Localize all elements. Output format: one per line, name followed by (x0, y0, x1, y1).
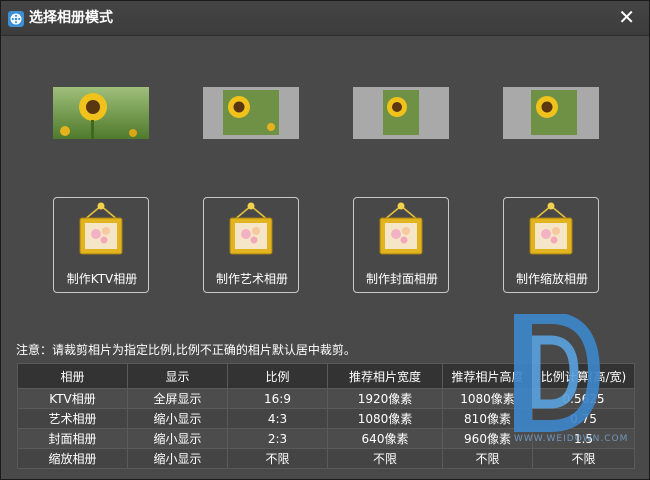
watermark-text: WWW.WEIDOWN.COM (514, 434, 629, 444)
table-cell: KTV相册 (17, 388, 128, 409)
table-cell: 缩放相册 (17, 448, 128, 469)
album-mode-dialog: 选择相册模式 ✕ 制作KTV相册 制作艺术相册 制作封面相册 制作缩放相册 注意… (0, 0, 650, 480)
title-bar: 选择相册模式 ✕ (1, 1, 649, 36)
table-cell: 艺术相册 (17, 408, 128, 429)
table-row: 缩放相册 缩小显示 不限 不限 不限 不限 (17, 448, 635, 469)
make-art-album-button[interactable]: 制作艺术相册 (203, 197, 299, 293)
make-ktv-album-button[interactable]: 制作KTV相册 (53, 197, 149, 293)
picture-frame-icon (79, 202, 123, 255)
picture-frame-icon (229, 202, 273, 255)
column-header: 推荐相片宽度 (327, 363, 443, 389)
sunflower-icon (79, 93, 107, 121)
window-title: 选择相册模式 (29, 10, 113, 26)
crop-notice: 注意：请裁剪相片为指定比例,比例不正确的相片默认居中裁剪。 (16, 343, 356, 357)
table-cell: 1080像素 (327, 408, 443, 429)
column-header: 相册 (17, 363, 128, 389)
table-cell: 2:3 (227, 428, 328, 449)
table-cell: 16:9 (227, 388, 328, 409)
mode-label: 制作KTV相册 (66, 272, 138, 286)
table-cell: 1920像素 (327, 388, 443, 409)
close-button[interactable]: ✕ (618, 5, 635, 29)
preview-ktv-fullscreen (53, 87, 149, 139)
table-cell: 缩小显示 (127, 408, 228, 429)
picture-frame-icon (529, 202, 573, 255)
table-cell: 不限 (442, 448, 533, 469)
table-cell: 4:3 (227, 408, 328, 429)
table-cell: 缩小显示 (127, 448, 228, 469)
table-cell: 封面相册 (17, 428, 128, 449)
mode-label: 制作艺术相册 (215, 272, 288, 286)
table-cell: 不限 (327, 448, 443, 469)
table-cell: 不限 (227, 448, 328, 469)
column-header: 比例 (227, 363, 328, 389)
mode-label: 制作封面相册 (365, 272, 438, 286)
make-zoom-album-button[interactable]: 制作缩放相册 (503, 197, 599, 293)
table-cell: 不限 (532, 448, 635, 469)
film-reel-icon (8, 11, 24, 27)
watermark-logo-icon (514, 314, 601, 432)
table-cell: 缩小显示 (127, 428, 228, 449)
make-cover-album-button[interactable]: 制作封面相册 (353, 197, 449, 293)
preview-art-letterbox (203, 87, 299, 139)
picture-frame-icon (379, 202, 423, 255)
table-cell: 全屏显示 (127, 388, 228, 409)
preview-cover-portrait (353, 87, 449, 139)
mode-label: 制作缩放相册 (515, 272, 588, 286)
preview-zoom-letterbox (503, 87, 599, 139)
column-header: 显示 (127, 363, 228, 389)
aspect-previews (1, 87, 649, 139)
table-cell: 640像素 (327, 428, 443, 449)
